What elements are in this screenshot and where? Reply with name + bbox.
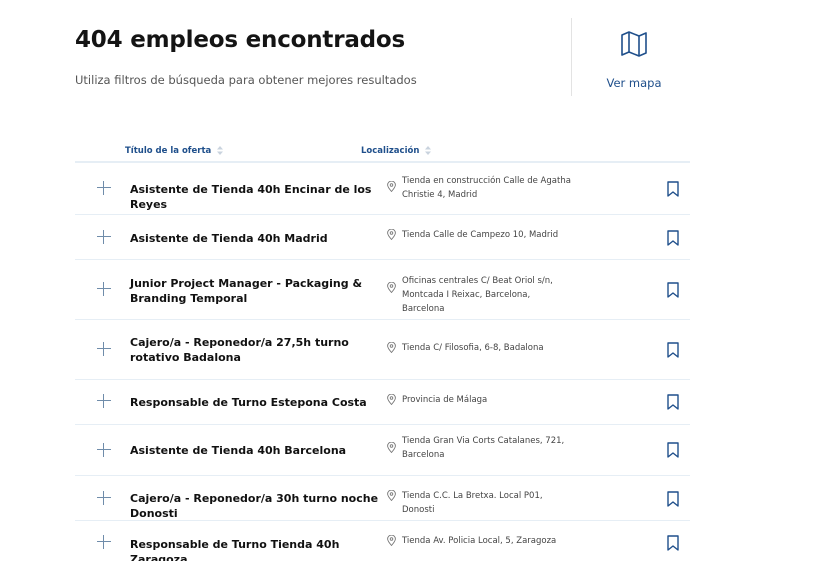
job-title[interactable]: Junior Project Manager - Packaging & Bra… (130, 276, 385, 306)
job-location: Tienda en construcción Calle de Agatha C… (402, 176, 571, 200)
job-title[interactable]: Cajero/a - Reponedor/a 30h turno noche D… (130, 491, 385, 521)
expand-plus-icon[interactable] (97, 342, 111, 356)
column-header-location[interactable]: Localización (361, 146, 432, 156)
table-row: Asistente de Tienda 40h Encinar de los R… (75, 163, 690, 215)
bookmark-icon[interactable] (667, 230, 679, 246)
page-subtitle: Utiliza filtros de búsqueda para obtener… (75, 73, 417, 87)
view-map-button[interactable]: Ver mapa (596, 28, 672, 94)
view-map-label: Ver mapa (606, 76, 662, 90)
location-pin-icon (387, 394, 396, 405)
expand-plus-icon[interactable] (97, 491, 111, 505)
jobs-table: Título de la oferta Localización Asisten… (75, 140, 690, 561)
table-header: Título de la oferta Localización (75, 140, 690, 163)
job-location: Tienda Gran Via Corts Catalanes, 721, Ba… (402, 436, 565, 460)
job-title[interactable]: Cajero/a - Reponedor/a 27,5h turno rotat… (130, 335, 385, 365)
bookmark-icon[interactable] (667, 342, 679, 358)
sort-icon (425, 146, 432, 155)
table-row: Asistente de Tienda 40h Barcelona Tienda… (75, 425, 690, 476)
column-header-title-label: Título de la oferta (125, 146, 212, 156)
job-location: Tienda Av. Policia Local, 5, Zaragoza (402, 536, 557, 546)
header-divider (571, 18, 572, 96)
job-location: Oficinas centrales C/ Beat Oriol s/n, Mo… (402, 276, 553, 314)
bookmark-icon[interactable] (667, 181, 679, 197)
job-title[interactable]: Asistente de Tienda 40h Barcelona (130, 443, 385, 458)
column-header-location-label: Localización (361, 146, 420, 156)
bookmark-icon[interactable] (667, 394, 679, 410)
expand-plus-icon[interactable] (97, 181, 111, 195)
table-row: Responsable de Turno Estepona Costa Prov… (75, 380, 690, 425)
job-location: Tienda C.C. La Bretxa. Local P01, Donost… (402, 491, 543, 515)
location-pin-icon (387, 181, 396, 192)
table-row: Cajero/a - Reponedor/a 27,5h turno rotat… (75, 320, 690, 380)
location-pin-icon (387, 442, 396, 453)
bookmark-icon[interactable] (667, 535, 679, 551)
table-row: Cajero/a - Reponedor/a 30h turno noche D… (75, 476, 690, 521)
expand-plus-icon[interactable] (97, 282, 111, 296)
location-pin-icon (387, 535, 396, 546)
expand-plus-icon[interactable] (97, 230, 111, 244)
job-title[interactable]: Responsable de Turno Estepona Costa (130, 395, 385, 410)
page-title: 404 empleos encontrados (75, 27, 406, 53)
location-pin-icon (387, 229, 396, 240)
job-title[interactable]: Asistente de Tienda 40h Encinar de los R… (130, 182, 385, 212)
table-row: Asistente de Tienda 40h Madrid Tienda Ca… (75, 215, 690, 260)
job-title[interactable]: Asistente de Tienda 40h Madrid (130, 231, 385, 246)
job-location: Tienda C/ Filosofia, 6-8, Badalona (402, 343, 544, 353)
expand-plus-icon[interactable] (97, 535, 111, 549)
job-location: Provincia de Málaga (402, 395, 488, 405)
job-title[interactable]: Responsable de Turno Tienda 40h Zaragoza (130, 537, 385, 561)
sort-icon (217, 146, 224, 155)
bookmark-icon[interactable] (667, 491, 679, 507)
location-pin-icon (387, 282, 396, 293)
location-pin-icon (387, 342, 396, 353)
location-pin-icon (387, 490, 396, 501)
expand-plus-icon[interactable] (97, 394, 111, 408)
table-row: Junior Project Manager - Packaging & Bra… (75, 260, 690, 320)
expand-plus-icon[interactable] (97, 443, 111, 457)
table-row: Responsable de Turno Tienda 40h Zaragoza… (75, 521, 690, 561)
map-icon (621, 31, 647, 57)
job-location: Tienda Calle de Campezo 10, Madrid (402, 230, 559, 240)
column-header-title[interactable]: Título de la oferta (125, 146, 224, 156)
bookmark-icon[interactable] (667, 442, 679, 458)
bookmark-icon[interactable] (667, 282, 679, 298)
